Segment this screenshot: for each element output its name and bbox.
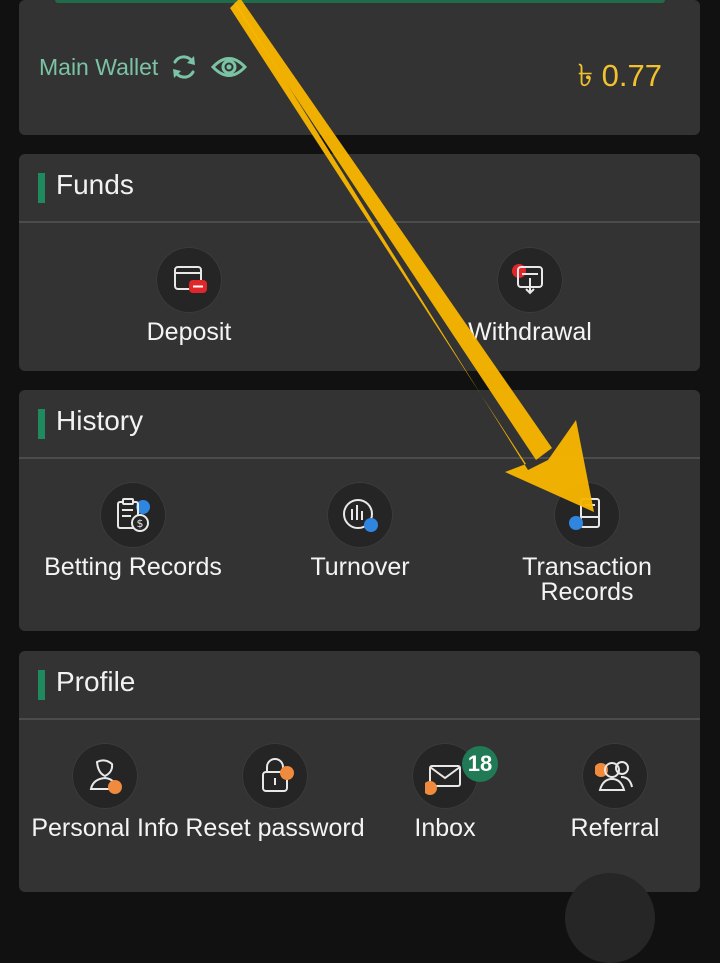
betting-records-button[interactable]: $ Betting Records xyxy=(23,482,243,580)
deposit-button[interactable]: Deposit xyxy=(79,247,299,345)
history-header: History xyxy=(19,390,700,459)
main-wallet-card: Main Wallet ৳ 0.77 xyxy=(19,0,700,135)
deposit-icon xyxy=(156,247,222,313)
transaction-records-button[interactable]: Transaction Records xyxy=(477,482,697,605)
withdrawal-button[interactable]: Withdrawal xyxy=(420,247,640,345)
referral-icon xyxy=(582,743,648,809)
withdrawal-icon xyxy=(497,247,563,313)
wallet-balance: ৳ 0.77 xyxy=(577,58,662,93)
profile-title: Profile xyxy=(56,666,136,697)
wallet-label: Main Wallet xyxy=(39,54,159,80)
referral-label: Referral xyxy=(570,814,660,842)
withdrawal-label: Withdrawal xyxy=(468,318,592,346)
transaction-records-label: Transaction Records xyxy=(522,553,652,606)
reset-password-icon xyxy=(242,743,308,809)
svg-text:$: $ xyxy=(137,517,144,530)
funds-header: Funds xyxy=(19,154,700,223)
wallet-top-bar xyxy=(55,0,665,3)
section-accent-bar xyxy=(38,670,45,700)
profile-section: Profile Personal Info Reset password 18 … xyxy=(19,651,700,892)
section-accent-bar xyxy=(38,173,45,203)
eye-icon[interactable] xyxy=(210,52,248,82)
history-title: History xyxy=(56,405,144,436)
betting-records-icon: $ xyxy=(100,482,166,548)
deposit-label: Deposit xyxy=(146,318,232,346)
referral-button[interactable]: Referral xyxy=(505,743,700,841)
history-section: History $ Betting Records Turnover Trans… xyxy=(19,390,700,631)
turnover-icon xyxy=(327,482,393,548)
funds-section: Funds Deposit Withdrawal xyxy=(19,154,700,371)
funds-title: Funds xyxy=(56,169,134,200)
inbox-icon: 18 xyxy=(412,743,498,809)
section-accent-bar xyxy=(38,409,45,439)
personal-info-icon xyxy=(72,743,138,809)
turnover-label: Turnover xyxy=(310,553,410,581)
turnover-button[interactable]: Turnover xyxy=(250,482,470,580)
transaction-records-icon xyxy=(554,482,620,548)
refresh-icon[interactable] xyxy=(169,52,199,82)
betting-records-label: Betting Records xyxy=(44,553,222,581)
floating-button[interactable] xyxy=(565,873,655,963)
inbox-unread-badge: 18 xyxy=(462,746,498,782)
profile-header: Profile xyxy=(19,651,700,720)
